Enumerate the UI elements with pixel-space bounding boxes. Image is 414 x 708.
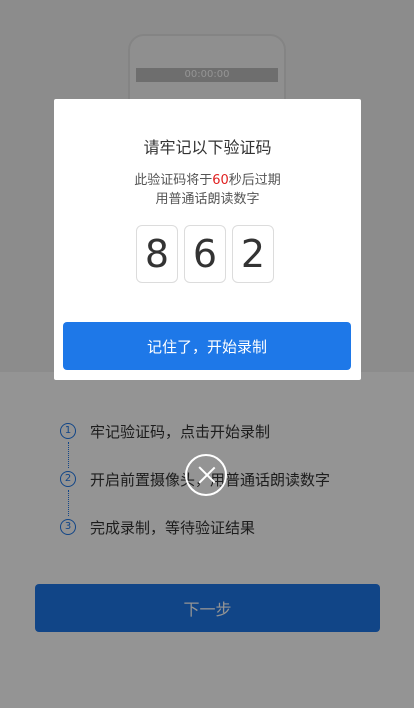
expiry-prefix: 此验证码将于	[134, 173, 213, 188]
start-recording-button[interactable]: 记住了，开始录制	[63, 322, 351, 370]
code-digit: 8	[136, 225, 178, 283]
verification-code-dialog: 请牢记以下验证码 此验证码将于60秒后过期 用普通话朗读数字 8 6 2 记住了…	[54, 99, 361, 380]
expiry-notice: 此验证码将于60秒后过期	[54, 169, 361, 188]
countdown-seconds: 60	[212, 173, 229, 188]
read-instruction: 用普通话朗读数字	[155, 192, 260, 207]
expiry-suffix: 秒后过期	[228, 173, 281, 188]
dialog-title: 请牢记以下验证码	[143, 138, 272, 157]
close-icon[interactable]	[185, 454, 227, 496]
verification-code: 8 6 2	[136, 225, 274, 283]
code-digit: 2	[232, 225, 274, 283]
code-digit: 6	[184, 225, 226, 283]
